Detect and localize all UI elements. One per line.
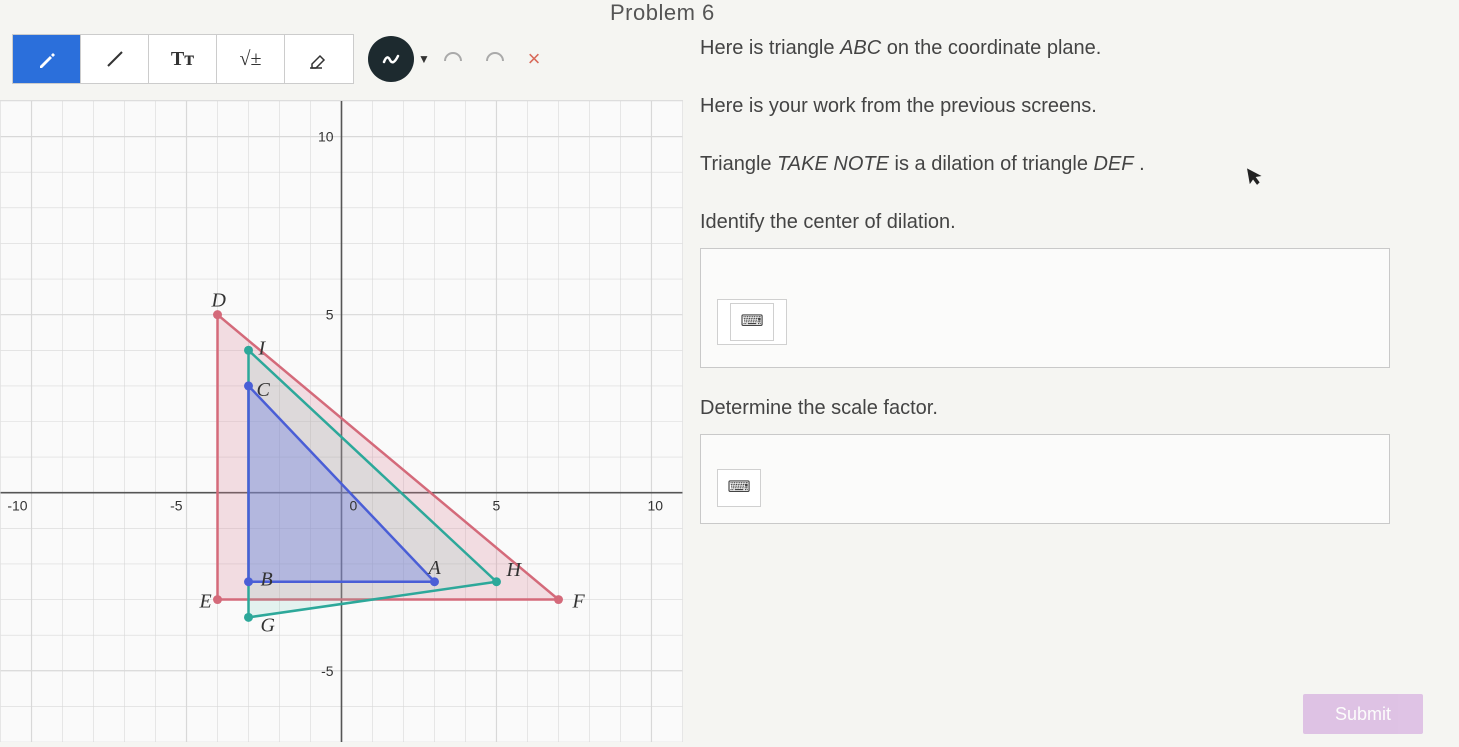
svg-text:H: H bbox=[505, 559, 522, 581]
svg-text:0: 0 bbox=[349, 498, 357, 514]
undo-button[interactable] bbox=[434, 36, 474, 82]
submit-button[interactable]: Submit bbox=[1303, 694, 1423, 734]
prompt-scale-factor: Determine the scale factor. bbox=[700, 394, 1420, 422]
svg-text:5: 5 bbox=[326, 307, 334, 323]
prompt-center-of-dilation: Identify the center of dilation. bbox=[700, 208, 1420, 236]
text: on the coordinate plane. bbox=[881, 37, 1101, 59]
math-tool[interactable]: √± bbox=[217, 35, 285, 83]
redo-icon bbox=[481, 49, 507, 69]
text: is a dilation of triangle bbox=[889, 153, 1094, 175]
svg-text:-5: -5 bbox=[170, 498, 183, 514]
keyboard-icon: ⌨ bbox=[740, 311, 763, 333]
coordinate-plane[interactable]: -10 -5 0 5 10 -5 5 10 D IC E B G A H F bbox=[0, 100, 683, 742]
keyboard-icon: ⌨ bbox=[727, 477, 750, 499]
eraser-tool[interactable] bbox=[285, 35, 353, 83]
svg-text:I: I bbox=[257, 337, 266, 359]
math-field-1[interactable]: ⌨ bbox=[717, 299, 787, 345]
svg-text:D: D bbox=[211, 290, 227, 312]
svg-text:-5: -5 bbox=[321, 663, 334, 679]
svg-text:B: B bbox=[260, 569, 272, 591]
problem-line-2: Here is your work from the previous scre… bbox=[700, 92, 1420, 120]
svg-text:5: 5 bbox=[492, 498, 500, 514]
close-button[interactable]: × bbox=[514, 36, 554, 82]
text-tool-label: Tᴛ bbox=[171, 48, 194, 71]
text: . bbox=[1134, 153, 1145, 175]
svg-text:C: C bbox=[256, 379, 270, 401]
page-title: Problem 6 bbox=[610, 0, 715, 26]
scribble-tool[interactable] bbox=[368, 36, 414, 82]
triangle-def-ref: DEF bbox=[1094, 153, 1134, 175]
text-tool[interactable]: Tᴛ bbox=[149, 35, 217, 83]
tool-dropdown[interactable]: ▼ bbox=[414, 52, 434, 66]
svg-text:10: 10 bbox=[647, 498, 663, 514]
toolbar: Tᴛ √± ▼ × bbox=[12, 34, 554, 84]
text: Triangle bbox=[700, 153, 777, 175]
answer-box-2[interactable]: ⌨ bbox=[700, 434, 1390, 524]
tool-group: Tᴛ √± bbox=[12, 34, 354, 84]
svg-text:G: G bbox=[260, 614, 274, 636]
pen-icon bbox=[37, 49, 57, 69]
triangle-takenote-ref: TAKE NOTE bbox=[777, 153, 889, 175]
math-tool-label: √± bbox=[240, 48, 262, 71]
svg-text:10: 10 bbox=[318, 129, 334, 145]
svg-text:F: F bbox=[571, 591, 585, 613]
svg-text:A: A bbox=[427, 557, 442, 579]
line-icon bbox=[104, 48, 126, 70]
problem-line-3: Triangle TAKE NOTE is a dilation of tria… bbox=[700, 150, 1420, 178]
keyboard-button-2[interactable]: ⌨ bbox=[717, 469, 761, 507]
undo-icon bbox=[441, 49, 467, 69]
eraser-icon bbox=[308, 48, 330, 70]
svg-text:E: E bbox=[199, 591, 212, 613]
text: Here is triangle bbox=[700, 37, 840, 59]
problem-panel: Here is triangle ABC on the coordinate p… bbox=[700, 34, 1420, 524]
close-icon: × bbox=[528, 46, 541, 72]
redo-button[interactable] bbox=[474, 36, 514, 82]
graph-svg: -10 -5 0 5 10 -5 5 10 D IC E B G A H F bbox=[0, 101, 683, 742]
scribble-icon bbox=[380, 48, 402, 70]
keyboard-button-1[interactable]: ⌨ bbox=[730, 303, 774, 341]
pen-tool[interactable] bbox=[13, 35, 81, 83]
problem-line-1: Here is triangle ABC on the coordinate p… bbox=[700, 34, 1420, 62]
svg-text:-10: -10 bbox=[7, 498, 27, 514]
triangle-abc-ref: ABC bbox=[840, 37, 881, 59]
line-tool[interactable] bbox=[81, 35, 149, 83]
answer-box-1[interactable]: ⌨ bbox=[700, 248, 1390, 368]
